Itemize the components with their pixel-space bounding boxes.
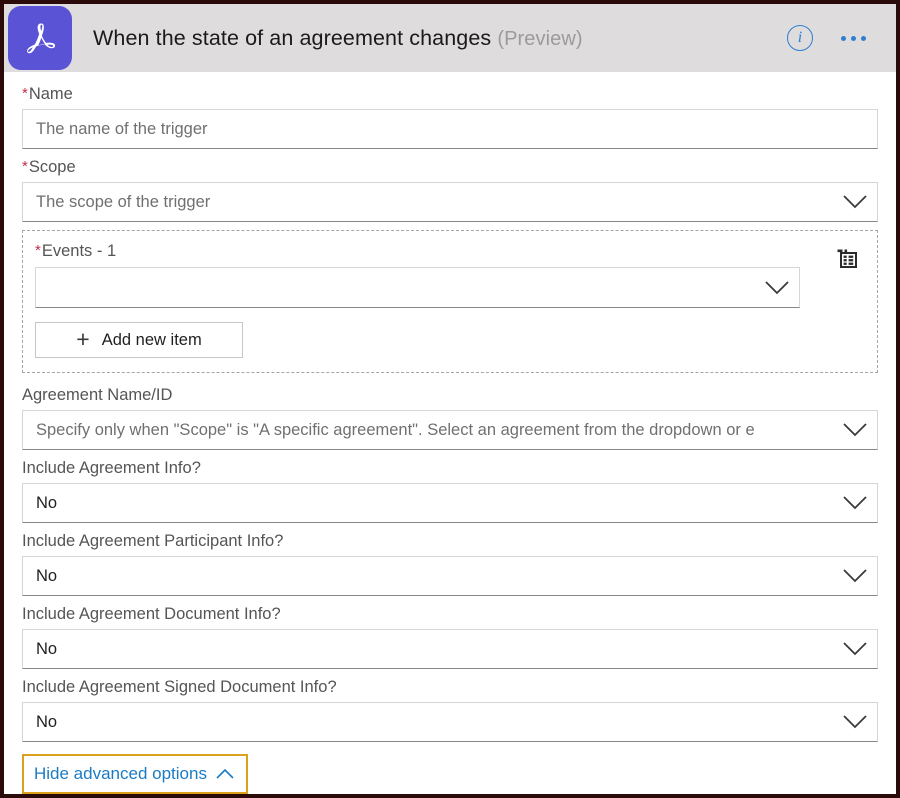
field-label-text: Events - 1 <box>42 242 116 260</box>
events-array-section: *Events - 1 <box>22 230 878 373</box>
include-participant-info-dropdown[interactable]: No <box>22 556 878 596</box>
agreement-name-input[interactable]: Specify only when "Scope" is "A specific… <box>23 419 833 441</box>
hide-advanced-options-label: Hide advanced options <box>34 764 207 784</box>
scope-dropdown[interactable]: The scope of the trigger <box>22 182 878 222</box>
card-header: When the state of an agreement changes (… <box>4 4 896 72</box>
field-include-agreement-info: Include Agreement Info? No <box>22 458 878 523</box>
field-label-include-participant-info: Include Agreement Participant Info? <box>22 531 878 551</box>
field-label-include-agreement-info: Include Agreement Info? <box>22 458 878 478</box>
field-scope: *Scope The scope of the trigger <box>22 157 878 222</box>
trigger-card-window: When the state of an agreement changes (… <box>0 0 900 798</box>
events-dropdown[interactable] <box>35 267 800 308</box>
field-agreement-name: Agreement Name/ID Specify only when "Sco… <box>22 385 878 450</box>
include-participant-info-value[interactable]: No <box>23 565 833 587</box>
adobe-acrobat-logo-icon <box>8 6 72 70</box>
events-array-row <box>35 267 863 308</box>
chevron-down-icon[interactable] <box>833 568 877 584</box>
chevron-down-icon[interactable] <box>833 714 877 730</box>
table-grid-icon[interactable] <box>833 243 863 273</box>
include-signed-document-info-dropdown[interactable]: No <box>22 702 878 742</box>
info-glyph: i <box>798 29 802 47</box>
name-input-wrapper[interactable]: The name of the trigger <box>22 109 878 149</box>
required-asterisk: * <box>35 242 41 259</box>
chevron-down-icon[interactable] <box>833 495 877 511</box>
include-document-info-dropdown[interactable]: No <box>22 629 878 669</box>
card-title-text: When the state of an agreement changes <box>93 26 491 50</box>
field-label-include-signed-document-info: Include Agreement Signed Document Info? <box>22 677 878 697</box>
include-agreement-info-value[interactable]: No <box>23 492 833 514</box>
agreement-name-dropdown[interactable]: Specify only when "Scope" is "A specific… <box>22 410 878 450</box>
field-include-participant-info: Include Agreement Participant Info? No <box>22 531 878 596</box>
chevron-up-icon <box>215 768 235 780</box>
include-signed-document-info-value[interactable]: No <box>23 711 833 733</box>
ellipsis-dot <box>841 36 846 41</box>
header-actions: i <box>787 25 868 51</box>
field-label-events: *Events - 1 <box>35 241 863 261</box>
ellipsis-dot <box>861 36 866 41</box>
field-label-name: *Name <box>22 84 878 104</box>
chevron-down-icon[interactable] <box>755 280 799 296</box>
info-icon[interactable]: i <box>787 25 813 51</box>
add-new-item-label: Add new item <box>102 331 202 350</box>
chevron-down-icon[interactable] <box>833 422 877 438</box>
add-new-item-button[interactable]: + Add new item <box>35 322 243 358</box>
field-label-text: Name <box>29 85 73 103</box>
field-name: *Name The name of the trigger <box>22 84 878 149</box>
field-include-signed-document-info: Include Agreement Signed Document Info? … <box>22 677 878 742</box>
plus-icon: + <box>76 328 89 351</box>
ellipsis-dot <box>851 36 856 41</box>
field-label-include-document-info: Include Agreement Document Info? <box>22 604 878 624</box>
scope-input[interactable]: The scope of the trigger <box>23 191 833 213</box>
advanced-options-wrap: Hide advanced options <box>22 754 878 794</box>
field-label-scope: *Scope <box>22 157 878 177</box>
field-label-agreement-name: Agreement Name/ID <box>22 385 878 405</box>
name-input[interactable]: The name of the trigger <box>23 118 877 140</box>
preview-badge: (Preview) <box>497 28 582 50</box>
field-label-text: Scope <box>29 158 76 176</box>
hide-advanced-options-button[interactable]: Hide advanced options <box>22 754 248 794</box>
ellipsis-icon[interactable] <box>839 30 868 47</box>
trigger-form: *Name The name of the trigger *Scope The… <box>4 72 896 794</box>
include-document-info-value[interactable]: No <box>23 638 833 660</box>
card-title: When the state of an agreement changes (… <box>93 26 583 51</box>
chevron-down-icon[interactable] <box>833 194 877 210</box>
required-asterisk: * <box>22 158 28 175</box>
include-agreement-info-dropdown[interactable]: No <box>22 483 878 523</box>
chevron-down-icon[interactable] <box>833 641 877 657</box>
required-asterisk: * <box>22 85 28 102</box>
field-include-document-info: Include Agreement Document Info? No <box>22 604 878 669</box>
